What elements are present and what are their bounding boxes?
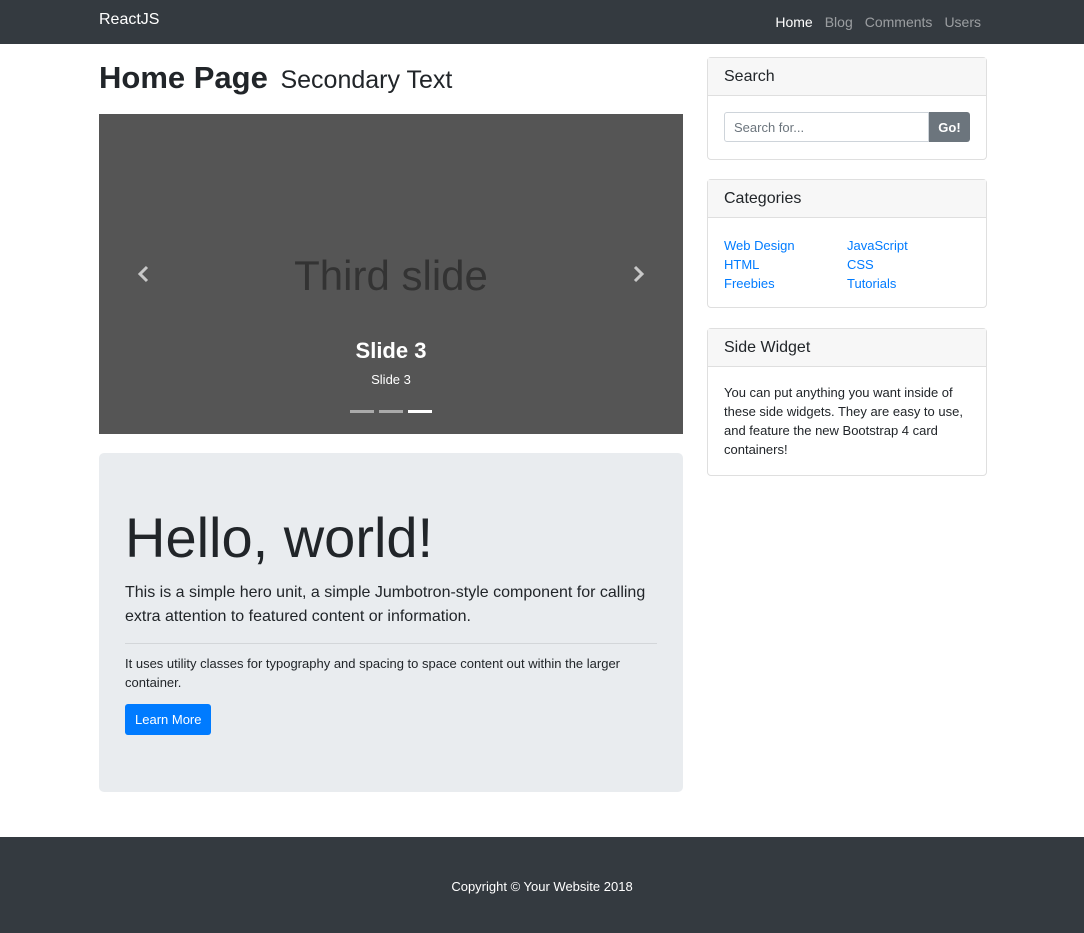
slide-placeholder-text: Third slide	[294, 252, 488, 299]
categories-grid: Web Design HTML Freebies JavaScript CSS …	[724, 236, 970, 293]
category-link-tutorials[interactable]: Tutorials	[847, 276, 896, 291]
navbar: ReactJS Home Blog Comments Users	[0, 0, 1084, 44]
nav-link-blog[interactable]: Blog	[825, 14, 853, 30]
search-card: Search Go!	[707, 57, 987, 160]
carousel-indicator[interactable]	[379, 410, 403, 413]
list-item: Freebies	[724, 274, 847, 293]
search-input[interactable]	[724, 112, 929, 142]
chevron-right-icon	[633, 265, 645, 283]
category-link-javascript[interactable]: JavaScript	[847, 238, 908, 253]
categories-left-list: Web Design HTML Freebies	[724, 236, 847, 293]
footer-copyright: Copyright © Your Website 2018	[451, 879, 633, 894]
learn-more-button[interactable]: Learn More	[125, 703, 212, 735]
nav-link-comments[interactable]: Comments	[865, 14, 933, 30]
category-link-css[interactable]: CSS	[847, 257, 874, 272]
nav-link-home[interactable]: Home	[775, 14, 812, 30]
carousel-caption-text: Slide 3	[371, 372, 411, 387]
list-item: HTML	[724, 255, 847, 274]
carousel-next-button[interactable]	[629, 262, 649, 286]
page-title-secondary: Secondary Text	[280, 66, 453, 94]
page-title-main: Home Page	[99, 60, 268, 95]
carousel-indicator[interactable]	[408, 410, 432, 413]
search-go-button[interactable]: Go!	[929, 112, 970, 142]
nav-links: Home Blog Comments Users	[775, 14, 981, 30]
side-widget-card: Side Widget You can put anything you wan…	[707, 328, 987, 476]
nav-link-users[interactable]: Users	[944, 14, 981, 30]
carousel-caption-title: Slide 3	[355, 338, 427, 363]
categories-right-list: JavaScript CSS Tutorials	[847, 236, 970, 293]
side-widget-body: You can put anything you want inside of …	[708, 367, 986, 475]
carousel-indicators	[99, 410, 683, 413]
chevron-left-icon	[137, 265, 149, 283]
category-link-html[interactable]: HTML	[724, 257, 759, 272]
side-widget-text: You can put anything you want inside of …	[724, 385, 963, 457]
jumbotron-divider	[125, 642, 657, 644]
search-group: Go!	[724, 112, 970, 142]
carousel-indicator[interactable]	[350, 410, 374, 413]
jumbotron-text: It uses utility classes for typography a…	[125, 655, 620, 690]
search-card-body: Go!	[708, 96, 986, 158]
categories-card-body: Web Design HTML Freebies JavaScript CSS …	[708, 218, 986, 309]
page-title: Home Page Secondary Text	[99, 60, 452, 96]
brand-link[interactable]: ReactJS	[99, 11, 159, 29]
list-item: CSS	[847, 255, 970, 274]
jumbotron-heading: Hello, world!	[125, 506, 434, 569]
carousel: Third slide Slide 3 Slide 3	[99, 114, 683, 434]
side-widget-title: Side Widget	[708, 329, 986, 367]
jumbotron-lead: This is a simple hero unit, a simple Jum…	[125, 583, 646, 625]
carousel-caption: Slide 3 Slide 3	[99, 338, 683, 387]
list-item: JavaScript	[847, 236, 970, 255]
categories-card-title: Categories	[708, 180, 986, 218]
jumbotron: Hello, world! This is a simple hero unit…	[99, 453, 683, 792]
search-card-title: Search	[708, 58, 986, 96]
categories-card: Categories Web Design HTML Freebies Java…	[707, 179, 987, 308]
footer: Copyright © Your Website 2018	[0, 837, 1084, 933]
list-item: Tutorials	[847, 274, 970, 293]
category-link-web-design[interactable]: Web Design	[724, 238, 795, 253]
list-item: Web Design	[724, 236, 847, 255]
carousel-prev-button[interactable]	[133, 262, 153, 286]
category-link-freebies[interactable]: Freebies	[724, 276, 775, 291]
